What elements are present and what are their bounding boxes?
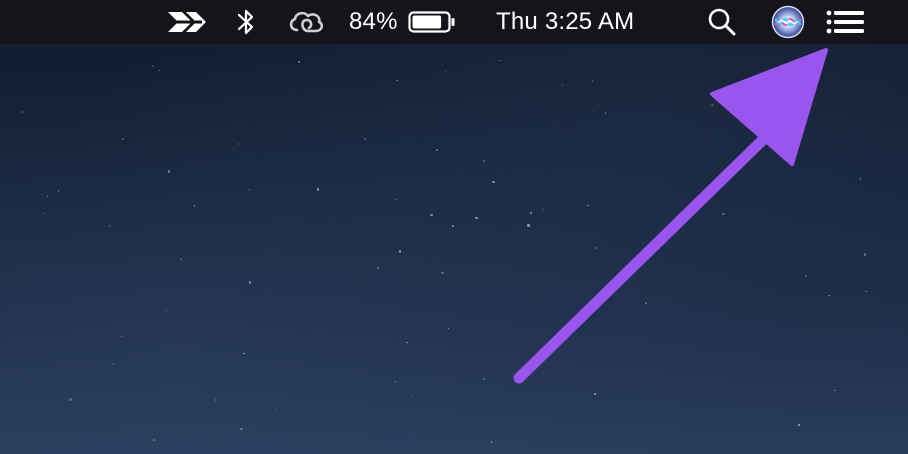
star xyxy=(153,439,155,441)
star xyxy=(430,213,433,217)
star xyxy=(530,212,532,214)
star xyxy=(248,189,250,191)
kite-menu-item[interactable] xyxy=(166,0,210,44)
star xyxy=(112,363,115,365)
star xyxy=(395,198,398,201)
star xyxy=(798,424,800,426)
creative-cloud-icon xyxy=(289,11,324,33)
star xyxy=(722,212,725,216)
star xyxy=(859,178,862,180)
star xyxy=(587,204,589,207)
notification-center-menu-item[interactable] xyxy=(826,0,866,44)
star xyxy=(834,389,836,392)
star xyxy=(410,394,413,397)
star xyxy=(364,138,366,140)
clock-menu-item[interactable]: Thu 3:25 AM xyxy=(496,0,634,44)
star xyxy=(274,408,277,411)
battery-percentage: 84% xyxy=(349,8,398,35)
star xyxy=(591,80,594,82)
star xyxy=(483,160,485,162)
star xyxy=(441,271,444,274)
star xyxy=(863,253,867,256)
star xyxy=(316,188,320,191)
star xyxy=(483,378,485,380)
star xyxy=(193,205,196,207)
star xyxy=(21,111,24,113)
menu-bar: 84% Thu 3:25 AM xyxy=(0,0,908,45)
star xyxy=(42,212,45,215)
star xyxy=(406,341,408,344)
star xyxy=(151,64,155,68)
star xyxy=(452,225,454,227)
bluetooth-icon xyxy=(237,9,254,35)
star xyxy=(180,258,182,260)
star xyxy=(114,337,117,340)
star xyxy=(490,441,493,443)
star xyxy=(444,70,447,73)
star xyxy=(645,302,647,304)
siri-icon xyxy=(771,5,805,39)
battery-icon xyxy=(408,11,455,33)
star xyxy=(108,225,111,227)
star xyxy=(595,247,598,249)
star xyxy=(165,309,167,312)
star xyxy=(46,195,49,198)
star xyxy=(527,224,530,227)
desktop-wallpaper xyxy=(0,0,908,454)
star xyxy=(248,281,252,284)
star xyxy=(69,398,72,401)
star xyxy=(412,431,415,434)
star xyxy=(561,84,564,86)
siri-menu-item[interactable] xyxy=(771,0,805,44)
bluetooth-menu-item[interactable] xyxy=(235,0,257,44)
star xyxy=(475,216,478,219)
battery-level-fill xyxy=(412,15,441,29)
star xyxy=(410,268,413,271)
star xyxy=(398,250,402,253)
star xyxy=(122,138,124,140)
star xyxy=(243,352,245,355)
star xyxy=(447,327,450,330)
star xyxy=(804,274,808,278)
star xyxy=(158,69,161,72)
star xyxy=(499,59,501,62)
star xyxy=(604,112,607,114)
star xyxy=(394,381,397,383)
spotlight-menu-item[interactable] xyxy=(706,0,738,44)
star xyxy=(865,290,867,293)
star xyxy=(592,110,595,113)
star xyxy=(120,335,123,338)
star xyxy=(167,170,171,173)
wallpaper-stars xyxy=(0,0,908,454)
star xyxy=(237,143,240,145)
star xyxy=(659,244,661,246)
kite-icon xyxy=(168,12,206,32)
star xyxy=(214,399,217,401)
star xyxy=(594,393,596,395)
notification-center-icon xyxy=(826,10,864,34)
star xyxy=(492,180,495,183)
star xyxy=(828,294,830,297)
star xyxy=(542,208,545,211)
star xyxy=(240,427,243,431)
star xyxy=(377,267,379,269)
star xyxy=(297,60,301,64)
star xyxy=(396,79,398,82)
spotlight-search-icon xyxy=(708,8,736,36)
star xyxy=(57,190,60,192)
clock-text: Thu 3:25 AM xyxy=(496,8,635,35)
star xyxy=(711,103,714,107)
battery-menu-item[interactable]: 84% xyxy=(349,0,456,44)
creative-cloud-menu-item[interactable] xyxy=(285,0,327,44)
star xyxy=(436,149,438,151)
star xyxy=(747,120,749,122)
